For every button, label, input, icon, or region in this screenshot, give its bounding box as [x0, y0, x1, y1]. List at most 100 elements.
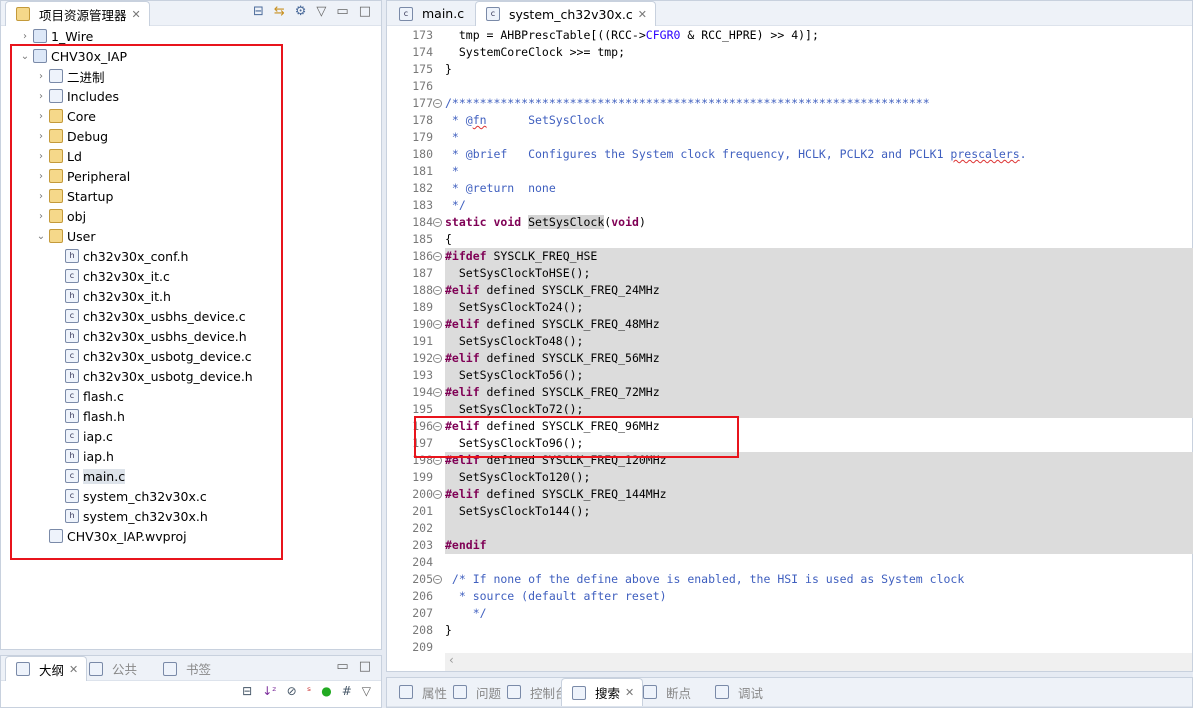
- code-token: SetSysClockTo24();: [445, 300, 584, 314]
- tree-item[interactable]: › 1_Wire: [19, 26, 93, 46]
- tree-item[interactable]: c system_ch32v30x.c: [51, 486, 207, 506]
- tree-item[interactable]: › obj: [35, 206, 86, 226]
- tree-item[interactable]: › Core: [35, 106, 96, 126]
- expander-icon[interactable]: ›: [35, 71, 47, 82]
- tree-item[interactable]: c iap.c: [51, 426, 113, 446]
- code-line: 183 */: [387, 197, 1193, 214]
- expander-icon[interactable]: ›: [35, 191, 47, 202]
- tree-item[interactable]: › 二进制: [35, 66, 105, 86]
- tab-breakpoints[interactable]: 断点: [633, 678, 699, 706]
- line-number: 205: [412, 572, 433, 586]
- includes-icon: [49, 89, 63, 103]
- expander-icon[interactable]: ›: [35, 211, 47, 222]
- code-token: SetSysClockTo96();: [445, 436, 584, 450]
- expander-icon[interactable]: ›: [35, 151, 47, 162]
- tab-outline-1[interactable]: 公共: [79, 656, 145, 681]
- tree-item[interactable]: c flash.c: [51, 386, 124, 406]
- tree-item-label: iap.c: [83, 428, 113, 444]
- code-area[interactable]: 173 tmp = AHBPrescTable[((RCC->CFGR0 & R…: [387, 27, 1193, 654]
- code-text: SystemCoreClock >>= tmp;: [445, 44, 1193, 61]
- tab-debug[interactable]: 调试: [705, 678, 771, 706]
- tab-system_ch32v30x-c[interactable]: c system_ch32v30x.c ✕: [475, 1, 656, 26]
- tree-item[interactable]: › Debug: [35, 126, 108, 146]
- fold-toggle-icon[interactable]: −: [433, 422, 442, 431]
- code-text: tmp = AHBPrescTable[((RCC->CFGR0 & RCC_H…: [445, 27, 1193, 44]
- tab-outline-0[interactable]: 大纲 ✕: [5, 656, 88, 681]
- minimize-icon[interactable]: ▭: [336, 4, 348, 19]
- collapse-all-icon[interactable]: ⊟: [242, 684, 252, 698]
- expander-icon[interactable]: ⌄: [35, 231, 47, 242]
- close-icon[interactable]: ✕: [638, 8, 647, 21]
- tree-item[interactable]: h ch32v30x_usbhs_device.h: [51, 326, 247, 346]
- tab-outline-2[interactable]: 书签: [153, 656, 219, 681]
- fold-toggle-icon[interactable]: −: [433, 354, 442, 363]
- code-token: SetSysClockTo56();: [445, 368, 584, 382]
- code-token: tmp = AHBPrescTable[((RCC->: [445, 28, 646, 42]
- explorer-tabbar: 项目资源管理器 ✕ ⊟ ⇆ ⚙ ▽ ▭ □: [1, 1, 381, 26]
- tree-item[interactable]: h ch32v30x_usbotg_device.h: [51, 366, 253, 386]
- tree-item[interactable]: › Ld: [35, 146, 82, 166]
- expander-icon[interactable]: ›: [35, 171, 47, 182]
- fold-toggle-icon[interactable]: −: [433, 456, 442, 465]
- maximize-icon[interactable]: □: [359, 659, 371, 674]
- fold-toggle-icon[interactable]: −: [433, 218, 442, 227]
- tree-item[interactable]: › Includes: [35, 86, 119, 106]
- code-token: * @return none: [445, 181, 556, 195]
- tree-item[interactable]: › Peripheral: [35, 166, 130, 186]
- expander-icon[interactable]: ›: [19, 31, 31, 42]
- fold-toggle-icon[interactable]: −: [433, 252, 442, 261]
- code-line: 176: [387, 78, 1193, 95]
- minimize-icon[interactable]: ▭: [336, 659, 348, 674]
- link-editor-icon[interactable]: ⇆: [274, 4, 285, 19]
- code-token: #elif: [445, 351, 480, 365]
- tree-item[interactable]: c ch32v30x_usbhs_device.c: [51, 306, 246, 326]
- tree-item[interactable]: c ch32v30x_it.c: [51, 266, 170, 286]
- close-icon[interactable]: ✕: [132, 8, 141, 21]
- tree-item[interactable]: h ch32v30x_conf.h: [51, 246, 188, 266]
- fold-toggle-icon[interactable]: −: [433, 490, 442, 499]
- tab-main-c[interactable]: c main.c: [389, 1, 472, 26]
- view-menu-icon[interactable]: ▽: [362, 684, 371, 698]
- tree-item[interactable]: c ch32v30x_usbotg_device.c: [51, 346, 252, 366]
- fold-toggle-icon[interactable]: −: [433, 286, 442, 295]
- code-token: *: [445, 130, 459, 144]
- tab-project-explorer[interactable]: 项目资源管理器 ✕: [5, 1, 150, 26]
- sort-icon[interactable]: ↓ᶻ: [262, 684, 276, 698]
- filter-settings-icon[interactable]: ⚙: [295, 4, 307, 19]
- collapse-all-icon[interactable]: ⊟: [253, 4, 264, 19]
- code-text: */: [445, 605, 1193, 622]
- tree-item[interactable]: CHV30x_IAP.wvproj: [35, 526, 187, 546]
- horizontal-scrollbar[interactable]: ‹: [445, 653, 1192, 671]
- fold-toggle-icon[interactable]: −: [433, 388, 442, 397]
- hide-macros-icon[interactable]: #: [342, 684, 352, 698]
- view-menu-icon[interactable]: ▽: [316, 4, 326, 19]
- tree-item[interactable]: h ch32v30x_it.h: [51, 286, 171, 306]
- fold-toggle-icon[interactable]: −: [433, 320, 442, 329]
- expander-icon[interactable]: ⌄: [19, 51, 31, 62]
- hide-fields-icon[interactable]: ⊘: [287, 684, 297, 698]
- expander-icon[interactable]: ›: [35, 111, 47, 122]
- hide-static-icon[interactable]: ˢ: [307, 684, 311, 698]
- hide-nonpublic-icon[interactable]: ●: [321, 684, 331, 698]
- console-icon: [507, 685, 521, 699]
- tree-item-label: iap.h: [83, 448, 114, 464]
- tree-item[interactable]: › Startup: [35, 186, 113, 206]
- expander-icon[interactable]: ›: [35, 91, 47, 102]
- tree-item[interactable]: h iap.h: [51, 446, 114, 466]
- code-text: SetSysClockTo96();: [445, 435, 1193, 452]
- h-file-icon: h: [65, 369, 79, 383]
- fold-toggle-icon[interactable]: −: [433, 99, 442, 108]
- tree-item[interactable]: ⌄ User: [35, 226, 96, 246]
- fold-toggle-icon[interactable]: −: [433, 575, 442, 584]
- expander-icon[interactable]: ›: [35, 131, 47, 142]
- tab-search[interactable]: 搜索 ✕: [561, 678, 644, 706]
- tree-item[interactable]: c main.c: [51, 466, 126, 486]
- maximize-icon[interactable]: □: [359, 4, 371, 19]
- close-icon[interactable]: ✕: [69, 663, 78, 676]
- tree-item[interactable]: h system_ch32v30x.h: [51, 506, 208, 526]
- code-token: * source (default after reset): [445, 589, 667, 603]
- tree-item[interactable]: ⌄ CHV30x_IAP: [19, 46, 127, 66]
- tree-item[interactable]: h flash.h: [51, 406, 125, 426]
- source-folder-icon: [49, 129, 63, 143]
